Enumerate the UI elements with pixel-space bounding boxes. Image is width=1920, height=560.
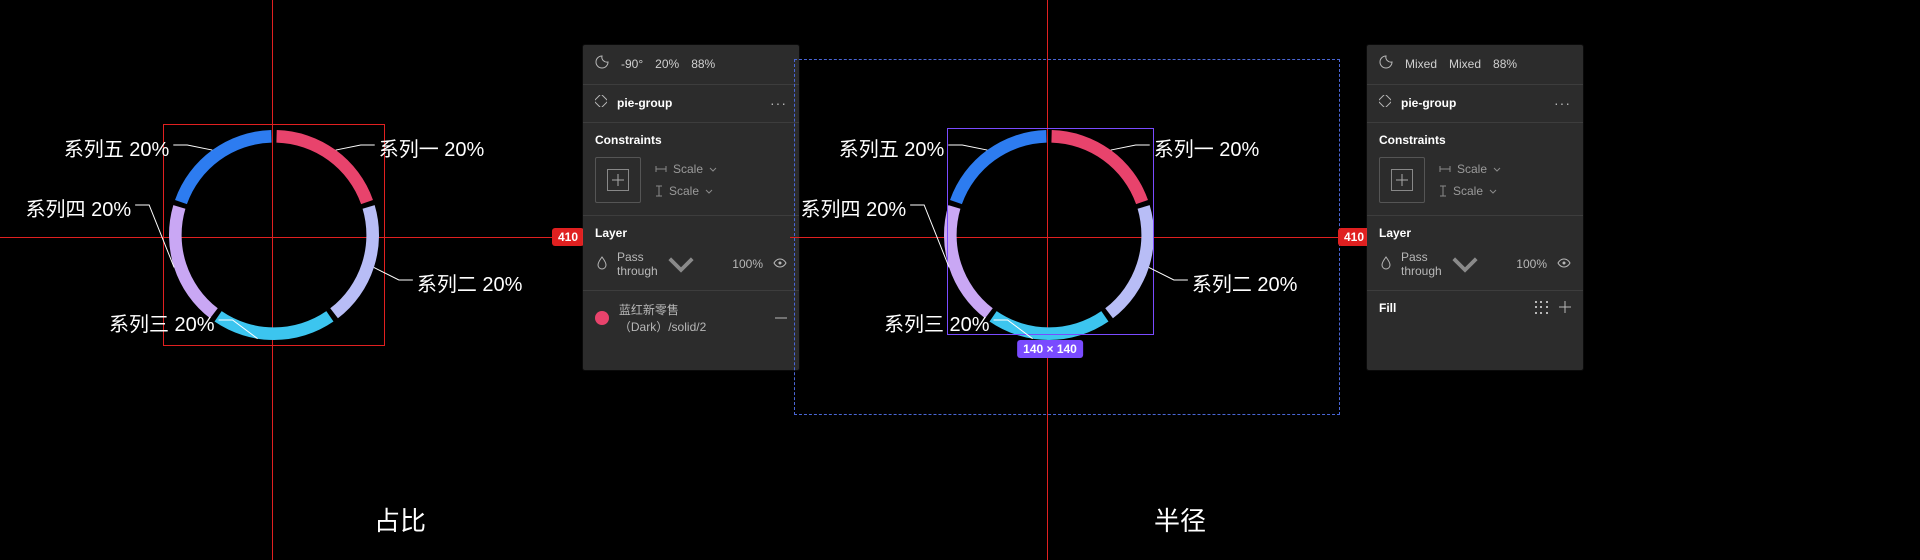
arc-angle-field[interactable]: -90° — [621, 57, 643, 71]
series-label: 系列三 20% — [109, 308, 215, 337]
constraint-h[interactable]: Scale — [655, 162, 717, 176]
size-badge: 140 × 140 — [1017, 340, 1083, 358]
arc-icon — [595, 55, 609, 72]
chevron-down-icon — [705, 189, 713, 194]
constraints-widget[interactable] — [1379, 157, 1425, 203]
visibility-toggle[interactable] — [773, 256, 787, 273]
series-label: 系列一 20% — [1154, 133, 1260, 162]
frame-icon — [1379, 95, 1391, 110]
fill-swatch[interactable] — [595, 311, 609, 325]
chevron-down-icon — [709, 167, 717, 172]
series-label: 系列三 20% — [884, 308, 990, 337]
chevron-down-icon — [666, 255, 696, 274]
dim-badge-right: 410 — [552, 228, 584, 246]
series-label: 系列四 20% — [26, 193, 132, 222]
visibility-toggle[interactable] — [1557, 256, 1571, 273]
layer-title: Layer — [1379, 226, 1571, 240]
constraints-title: Constraints — [1379, 133, 1571, 147]
constraints-title: Constraints — [595, 133, 787, 147]
blend-icon — [595, 256, 609, 273]
blend-mode[interactable]: Pass through — [1401, 250, 1442, 278]
frame-icon — [595, 95, 607, 110]
arc-inner-field[interactable]: 88% — [1493, 57, 1517, 71]
chevron-down-icon — [1450, 255, 1480, 274]
arc-inner-field[interactable]: 88% — [691, 57, 715, 71]
blend-mode[interactable]: Pass through — [617, 250, 658, 278]
caption-left: 占比 — [0, 501, 800, 538]
series-label: 系列一 20% — [379, 133, 485, 162]
dim-badge-right: 410 — [1338, 228, 1370, 246]
blend-icon — [1379, 256, 1393, 273]
styles-button[interactable] — [1535, 301, 1549, 315]
arc-angle-field[interactable]: Mixed — [1405, 57, 1437, 71]
layer-name[interactable]: pie-group — [1401, 96, 1456, 110]
series-label: 系列五 20% — [64, 133, 170, 162]
constraint-v[interactable]: Scale — [655, 184, 717, 198]
series-label: 系列二 20% — [417, 268, 523, 297]
layer-title: Layer — [595, 226, 787, 240]
series-label: 系列四 20% — [801, 193, 907, 222]
layer-name[interactable]: pie-group — [617, 96, 672, 110]
detach-style-button[interactable] — [775, 312, 787, 324]
arc-icon — [1379, 55, 1393, 72]
add-fill-button[interactable] — [1559, 301, 1571, 313]
constraints-widget[interactable] — [595, 157, 641, 203]
arc-sweep-field[interactable]: Mixed — [1449, 57, 1481, 71]
constraint-h[interactable]: Scale — [1439, 162, 1501, 176]
arc-sweep-field[interactable]: 20% — [655, 57, 679, 71]
chevron-down-icon — [1493, 167, 1501, 172]
fill-title: Fill — [1379, 301, 1396, 315]
constraint-v[interactable]: Scale — [1439, 184, 1501, 198]
caption-right: 半径 — [790, 501, 1570, 538]
chevron-down-icon — [1489, 189, 1497, 194]
color-style-name[interactable]: 蓝红新零售（Dark）/solid/2 — [619, 301, 765, 335]
opacity-field[interactable]: 100% — [1516, 257, 1547, 271]
more-button[interactable]: ··· — [770, 99, 787, 107]
opacity-field[interactable]: 100% — [732, 257, 763, 271]
design-panel-right: Mixed Mixed 88% pie-group ··· Constraint… — [1367, 45, 1583, 370]
more-button[interactable]: ··· — [1554, 99, 1571, 107]
design-panel-left: -90° 20% 88% pie-group ··· Constraints — [583, 45, 799, 370]
series-label: 系列五 20% — [839, 133, 945, 162]
series-label: 系列二 20% — [1192, 268, 1298, 297]
